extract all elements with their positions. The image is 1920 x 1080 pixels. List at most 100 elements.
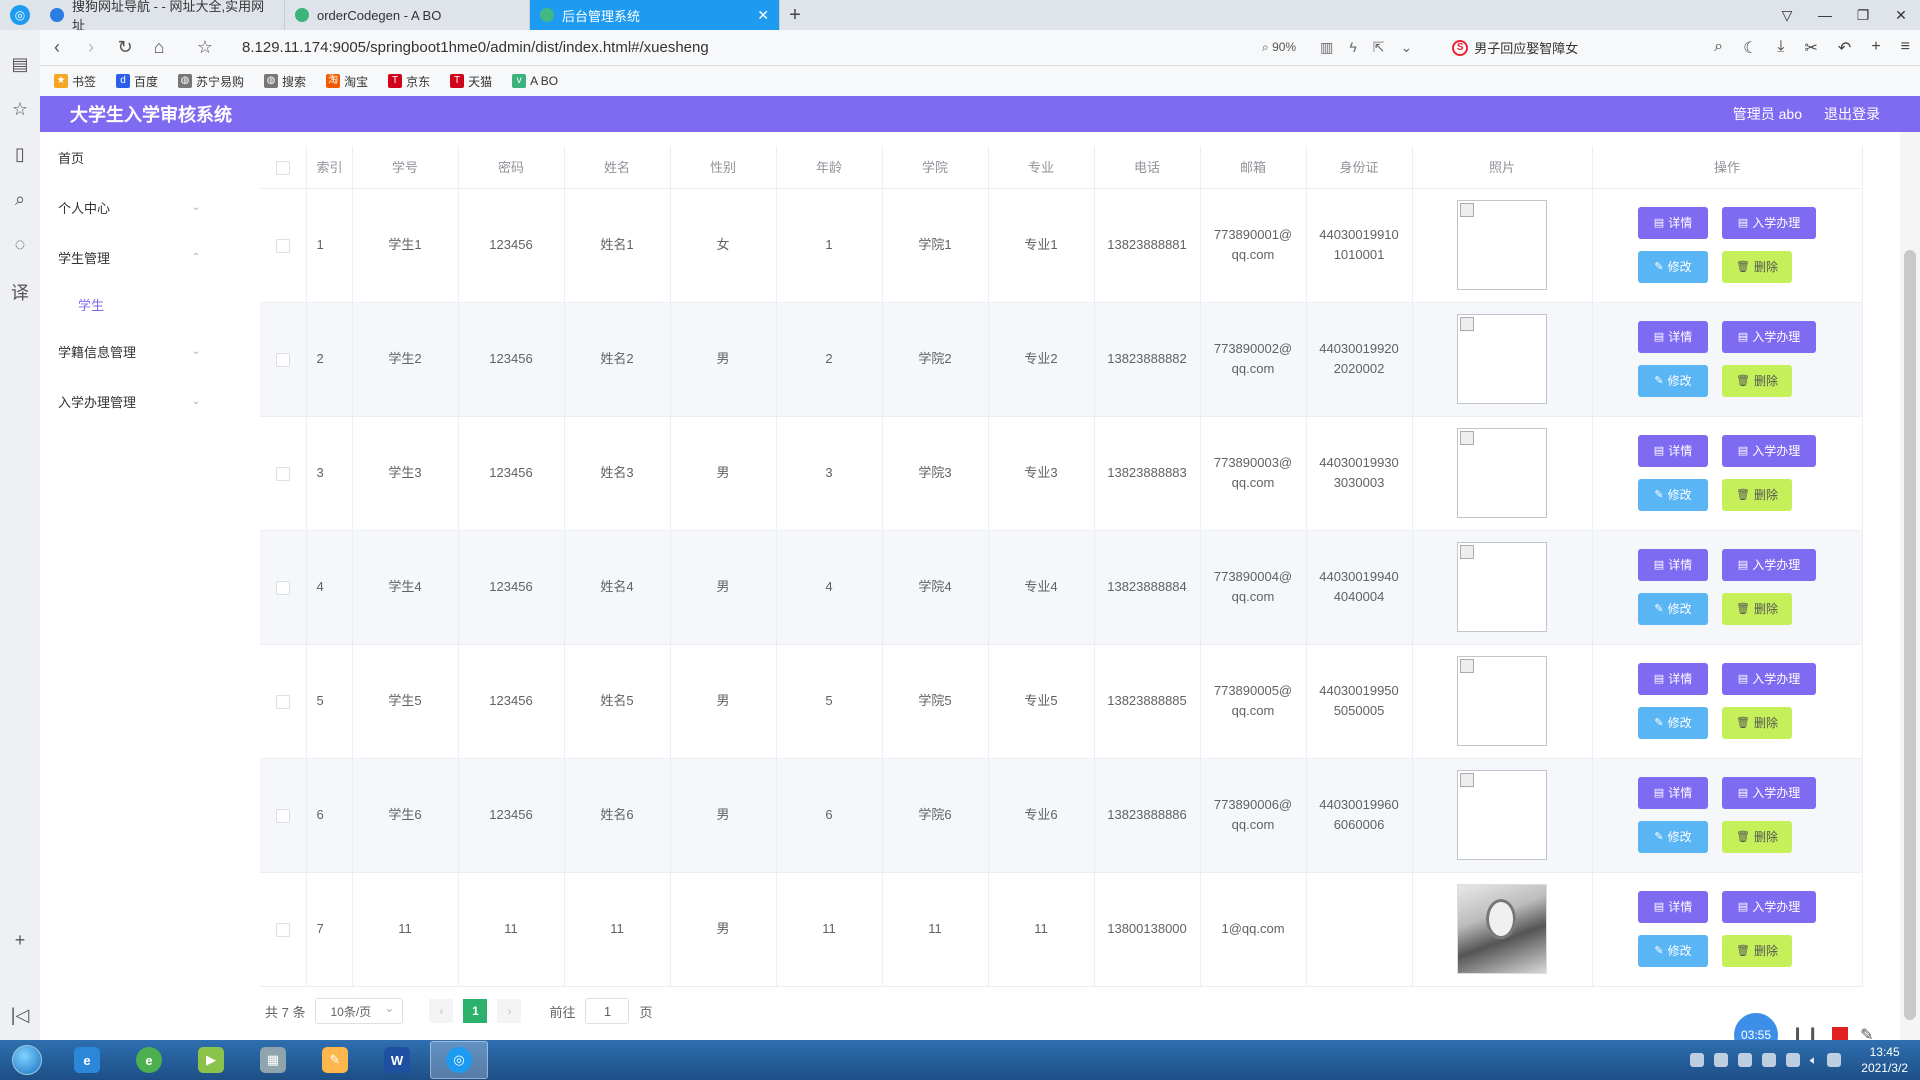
delete-button[interactable]: 🗑︎ 删除 <box>1722 251 1792 283</box>
zoom-level[interactable]: ⌕ 90% <box>1262 40 1296 55</box>
student-photo[interactable] <box>1457 428 1547 518</box>
taskbar-media[interactable]: ▶ <box>182 1041 240 1079</box>
edit-button[interactable]: ✎ 修改 <box>1638 479 1708 511</box>
bookmark-item[interactable]: d 百度 <box>116 73 158 90</box>
prev-page-button[interactable]: ‹ <box>429 999 454 1023</box>
student-photo[interactable] <box>1457 200 1547 290</box>
row-checkbox[interactable] <box>260 416 307 531</box>
tab-sogou[interactable]: 搜狗网址导航 - - 网址大全,实用网址 <box>40 0 285 33</box>
bookmark-item[interactable]: vA BO <box>512 74 558 88</box>
taskbar-ie[interactable]: e <box>58 1041 116 1079</box>
row-checkbox[interactable] <box>260 302 307 417</box>
taskbar-qq-browser[interactable]: ◎ <box>430 1041 488 1079</box>
enroll-button[interactable]: ▤ 入学办理 <box>1722 549 1816 581</box>
network-icon[interactable] <box>1762 1053 1777 1067</box>
bookmark-item[interactable]: 淘淘宝 <box>326 73 368 90</box>
menu-icon[interactable]: ≡ <box>1901 38 1910 58</box>
delete-button[interactable]: 🗑︎ 删除 <box>1722 593 1792 625</box>
share-icon[interactable]: ⇱ <box>1373 39 1385 56</box>
student-photo[interactable] <box>1457 884 1547 974</box>
shield-icon[interactable] <box>1786 1053 1801 1067</box>
bookmark-manager-icon[interactable]: ▽ <box>1768 0 1806 30</box>
bookmark-item[interactable]: ★ 书签 <box>54 73 96 90</box>
search-icon[interactable]: ⌕ <box>15 189 25 210</box>
volume-icon[interactable]: 🔈︎ <box>1810 1053 1817 1068</box>
page-size-select[interactable]: 10条/页 <box>315 998 404 1024</box>
scissors-icon[interactable]: ✂ <box>1805 38 1818 58</box>
undo-icon[interactable]: ↶ <box>1838 38 1851 58</box>
edit-button[interactable]: ✎ 修改 <box>1638 593 1708 625</box>
tab-ordercodegen[interactable]: orderCodegen - A BO <box>285 0 530 30</box>
enroll-button[interactable]: ▤ 入学办理 <box>1722 435 1816 467</box>
taskbar-browser[interactable]: e <box>120 1041 178 1079</box>
enroll-button[interactable]: ▤ 入学办理 <box>1722 321 1816 353</box>
enroll-button[interactable]: ▤ 入学办理 <box>1722 777 1816 809</box>
delete-button[interactable]: 🗑︎ 删除 <box>1722 707 1792 739</box>
goto-page-input[interactable]: 1 <box>585 998 630 1024</box>
bookmark-item[interactable]: ◍ 苏宁易购 <box>178 73 244 90</box>
flash-icon[interactable]: ϟ <box>1349 39 1356 56</box>
url-input[interactable]: 8.129.11.174:9005/springboot1hme0/admin/… <box>242 39 1222 56</box>
student-photo[interactable] <box>1457 770 1547 860</box>
student-photo[interactable] <box>1457 656 1547 746</box>
sidebar-item-student[interactable]: 学生 <box>40 282 220 326</box>
qq-icon[interactable] <box>1714 1053 1729 1067</box>
chat-icon[interactable]: ◌ <box>15 234 26 255</box>
reader-icon[interactable]: ▥ <box>1320 39 1333 56</box>
favorites-icon[interactable]: ☆ <box>12 99 28 120</box>
search-icon[interactable]: ⌕ <box>1714 38 1723 58</box>
add-icon[interactable]: + <box>1871 38 1880 58</box>
start-button[interactable] <box>0 1040 54 1080</box>
download-icon[interactable]: ⤓ <box>1777 38 1784 58</box>
detail-button[interactable]: ▤ 详情 <box>1638 777 1708 809</box>
edit-button[interactable]: ✎ 修改 <box>1638 251 1708 283</box>
chevron-down-icon[interactable]: ⌄ <box>1400 39 1412 56</box>
minimize-icon[interactable]: — <box>1806 0 1844 30</box>
refresh-icon[interactable]: ↻ <box>108 37 142 58</box>
sidebar-item-student-management[interactable]: 学生管理 ⌃ <box>40 232 220 282</box>
sidebar-item-home[interactable]: 首页 <box>40 132 220 182</box>
add-icon[interactable]: + <box>15 930 26 951</box>
edit-button[interactable]: ✎ 修改 <box>1638 707 1708 739</box>
delete-button[interactable]: 🗑︎ 删除 <box>1722 821 1792 853</box>
enroll-button[interactable]: ▤ 入学办理 <box>1722 891 1816 923</box>
detail-button[interactable]: ▤ 详情 <box>1638 549 1708 581</box>
select-all-checkbox[interactable] <box>260 146 307 189</box>
clock[interactable]: 13:45 2021/3/2 <box>1861 1044 1908 1076</box>
forward-icon[interactable]: › <box>74 37 108 58</box>
detail-button[interactable]: ▤ 详情 <box>1638 207 1708 239</box>
bookmark-item[interactable]: T 天猫 <box>450 73 492 90</box>
tab-close-icon[interactable]: ✕ <box>757 7 769 24</box>
edit-button[interactable]: ✎ 修改 <box>1638 365 1708 397</box>
bookmark-item[interactable]: T 京东 <box>388 73 430 90</box>
student-photo[interactable] <box>1457 314 1547 404</box>
scrollbar-thumb[interactable] <box>1904 250 1916 1020</box>
detail-button[interactable]: ▤ 详情 <box>1638 321 1708 353</box>
search-box[interactable]: S 男子回应娶智障女 <box>1452 38 1652 57</box>
logout-link[interactable]: 退出登录 <box>1824 104 1880 124</box>
enroll-button[interactable]: ▤ 入学办理 <box>1722 207 1816 239</box>
row-checkbox[interactable] <box>260 644 307 759</box>
delete-button[interactable]: 🗑︎ 删除 <box>1722 365 1792 397</box>
tray-app-icon[interactable] <box>1690 1053 1705 1067</box>
taskbar-notepad[interactable]: ▦ <box>244 1041 302 1079</box>
close-window-icon[interactable]: ✕ <box>1882 0 1920 30</box>
sidebar-item-status-info[interactable]: 学籍信息管理 ⌄ <box>40 326 220 376</box>
restore-icon[interactable]: ❐ <box>1844 0 1882 30</box>
row-checkbox[interactable] <box>260 188 307 303</box>
edit-button[interactable]: ✎ 修改 <box>1638 821 1708 853</box>
action-center-icon[interactable] <box>1827 1053 1842 1067</box>
reading-list-icon[interactable]: ▤ <box>11 54 28 75</box>
star-icon[interactable]: ☆ <box>188 37 222 58</box>
back-icon[interactable]: ‹ <box>40 37 74 58</box>
detail-button[interactable]: ▤ 详情 <box>1638 891 1708 923</box>
sidebar-item-profile[interactable]: 个人中心 ⌄ <box>40 182 220 232</box>
delete-button[interactable]: 🗑︎ 删除 <box>1722 935 1792 967</box>
bookmark-item[interactable]: ◍ 搜索 <box>264 73 306 90</box>
tab-admin[interactable]: 后台管理系统 ✕ <box>530 0 780 30</box>
page-number-button[interactable]: 1 <box>463 999 488 1023</box>
taskbar-word[interactable]: W <box>368 1041 426 1079</box>
detail-button[interactable]: ▤ 详情 <box>1638 663 1708 695</box>
book-icon[interactable]: ▯ <box>15 144 25 165</box>
collapse-icon[interactable]: |◁ <box>11 1005 30 1026</box>
